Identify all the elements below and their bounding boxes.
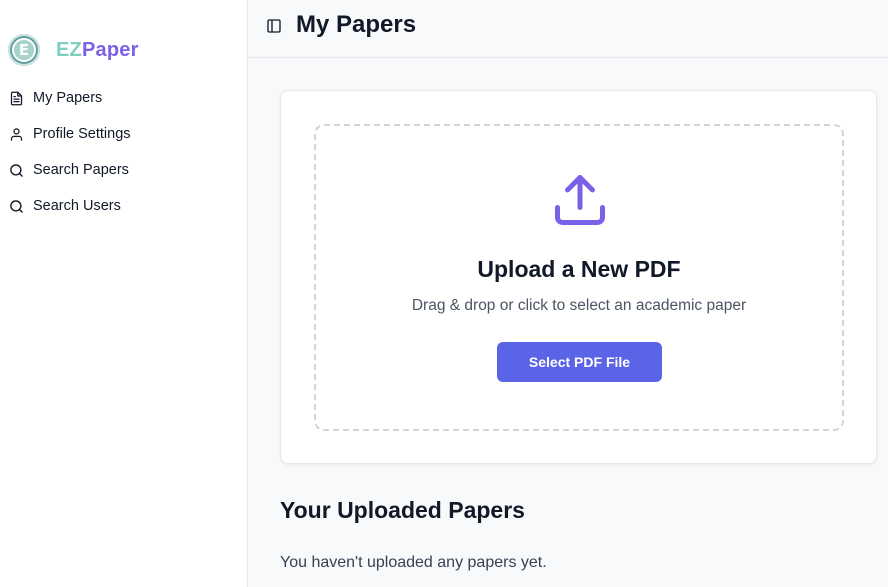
sidebar-item-search-papers[interactable]: Search Papers: [0, 152, 247, 188]
search-icon: [10, 163, 23, 177]
brand-name: EZPaper: [56, 39, 139, 62]
sidebar-item-label: Profile Settings: [33, 126, 131, 142]
logo-letter: E: [12, 38, 36, 62]
sidebar-item-label: Search Papers: [33, 162, 129, 178]
empty-papers-message: You haven't uploaded any papers yet.: [280, 554, 547, 571]
upload-subtitle: Drag & drop or click to select an academ…: [411, 297, 747, 314]
top-bar: My Papers: [248, 0, 888, 58]
sidebar-item-label: Search Users: [33, 198, 121, 214]
sidebar: E EZPaper My Papers Profile Settings Sea…: [0, 0, 248, 587]
logo-icon: E: [8, 34, 40, 66]
pdf-dropzone[interactable]: Upload a New PDF Drag & drop or click to…: [314, 124, 844, 431]
upload-title: Upload a New PDF: [477, 256, 681, 282]
page-title: My Papers: [296, 11, 417, 38]
sidebar-item-profile-settings[interactable]: Profile Settings: [0, 116, 247, 152]
upload-card: Upload a New PDF Drag & drop or click to…: [280, 90, 877, 464]
select-pdf-button[interactable]: Select PDF File: [497, 342, 662, 382]
upload-icon: [555, 175, 605, 225]
brand-name-ez: EZ: [56, 38, 82, 61]
uploaded-papers-heading: Your Uploaded Papers: [280, 497, 525, 523]
sidebar-nav: My Papers Profile Settings Search Papers…: [0, 80, 247, 224]
sidebar-item-label: My Papers: [33, 90, 103, 106]
main-content: My Papers Upload a New PDF Drag & drop o…: [248, 0, 888, 587]
sidebar-toggle-icon[interactable]: [266, 18, 282, 34]
search-icon: [10, 199, 23, 213]
user-icon: [10, 127, 23, 141]
brand-name-paper: Paper: [81, 38, 139, 61]
brand[interactable]: E EZPaper: [8, 34, 139, 66]
document-icon: [10, 91, 23, 105]
sidebar-item-my-papers[interactable]: My Papers: [0, 80, 247, 116]
sidebar-item-search-users[interactable]: Search Users: [0, 188, 247, 224]
